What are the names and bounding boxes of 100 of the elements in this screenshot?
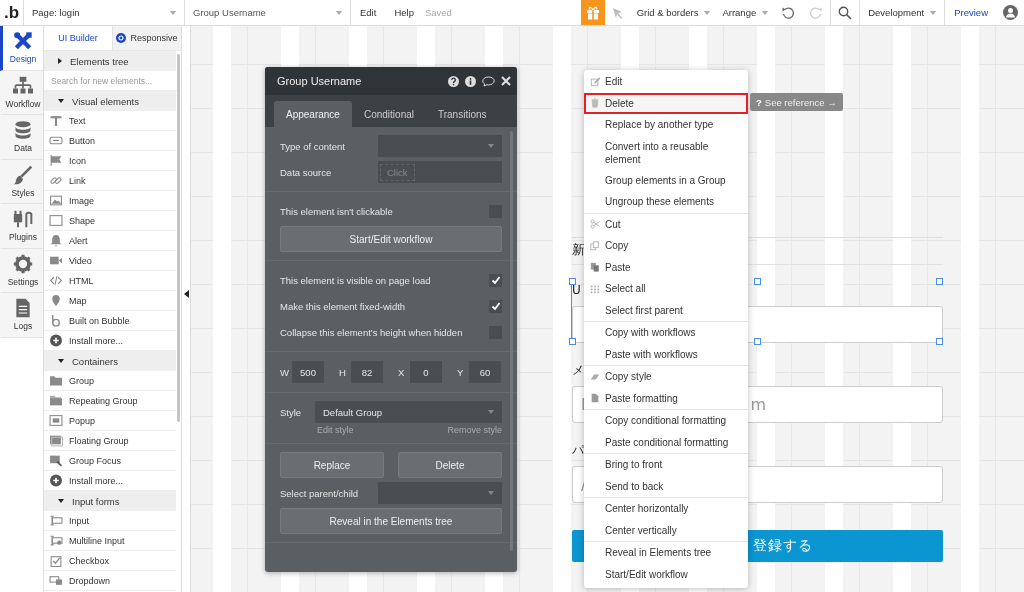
- checkbox-label: Collapse this element's height when hidden: [280, 326, 463, 338]
- panel-tab[interactable]: Transitions: [426, 101, 499, 127]
- context-menu-item[interactable]: Copy: [584, 235, 748, 257]
- panel-tab[interactable]: Conditional: [351, 101, 426, 127]
- context-menu-item[interactable]: Paste with workflows: [584, 343, 748, 365]
- paste-icon: [590, 262, 600, 273]
- action-button[interactable]: Reveal in the Elements tree: [280, 508, 502, 534]
- context-menu-item[interactable]: Replace by another type: [584, 114, 748, 136]
- trash-icon: [590, 98, 600, 109]
- field-label: W: [280, 366, 290, 378]
- scrollbar[interactable]: [177, 54, 180, 422]
- element-item[interactable]: Floating Group: [44, 431, 176, 451]
- section-header[interactable]: Elements tree: [44, 51, 176, 71]
- context-menu-item[interactable]: Convert into a reusable element: [584, 135, 748, 170]
- page-dropdown[interactable]: Page: login: [24, 0, 185, 25]
- style-dropdown[interactable]: Default Group: [315, 401, 502, 423]
- user-avatar-icon[interactable]: [1003, 5, 1018, 20]
- element-item[interactable]: Multiline Input: [44, 531, 176, 551]
- sidebar-tab[interactable]: Logs: [0, 293, 43, 338]
- field-label: Y: [457, 366, 465, 378]
- field-label: Select parent/child: [280, 487, 359, 499]
- field-label: Type of content: [280, 140, 345, 152]
- context-menu-item[interactable]: Delete: [584, 92, 748, 114]
- arrange-menu[interactable]: Arrange: [716, 0, 775, 25]
- save-status: Saved: [424, 7, 452, 18]
- help-icon[interactable]: [448, 75, 459, 87]
- section-header[interactable]: Input forms: [44, 491, 176, 511]
- context-menu-item[interactable]: Edit: [584, 71, 748, 93]
- context-menu-item[interactable]: Send to back: [584, 475, 748, 497]
- environment-menu[interactable]: Development: [860, 0, 946, 25]
- checkbox[interactable]: [489, 273, 502, 287]
- context-menu-item[interactable]: Cut: [584, 213, 748, 235]
- close-icon[interactable]: [501, 76, 511, 86]
- image-icon: [49, 194, 63, 207]
- sidebar-tab[interactable]: Data: [0, 115, 43, 160]
- sidebar-tab[interactable]: Styles: [0, 159, 43, 204]
- context-menu-item[interactable]: Copy style: [584, 366, 748, 388]
- action-button[interactable]: Replace: [280, 452, 384, 478]
- element-item[interactable]: HTML: [44, 271, 176, 291]
- number-field[interactable]: 82: [351, 361, 383, 383]
- element-item[interactable]: Map: [44, 291, 176, 311]
- context-menu-item[interactable]: Select all: [584, 278, 748, 300]
- context-menu-item[interactable]: Group elements in a Group: [584, 169, 748, 191]
- element-item[interactable]: Checkbox: [44, 551, 176, 571]
- field-label: Data source: [280, 166, 332, 178]
- context-menu-item[interactable]: Paste conditional formatting: [584, 431, 748, 453]
- element-item[interactable]: Alert: [44, 231, 176, 251]
- crossed-tools-icon: [13, 31, 33, 52]
- multiline-input-icon: [49, 534, 63, 547]
- popup-icon: [49, 414, 63, 427]
- menu-item[interactable]: Edit: [351, 0, 386, 25]
- context-menu-item[interactable]: Ungroup these elements: [584, 191, 748, 213]
- element-item[interactable]: Shape: [44, 211, 176, 231]
- info-icon[interactable]: [465, 75, 476, 87]
- element-item[interactable]: Text: [44, 111, 176, 131]
- element-dropdown[interactable]: Group Username: [185, 0, 351, 25]
- sidebar-tab[interactable]: Plugins: [0, 204, 43, 249]
- element-item[interactable]: Built on Bubble: [44, 311, 176, 331]
- element-item[interactable]: Group Focus: [44, 451, 176, 471]
- element-item[interactable]: Group: [44, 371, 176, 391]
- undo-icon[interactable]: [781, 5, 796, 20]
- sidebar-tab[interactable]: Design: [0, 26, 43, 71]
- section-header[interactable]: Visual elements: [44, 91, 176, 111]
- field-label: Style: [280, 406, 303, 418]
- text-lines-icon: [49, 114, 63, 127]
- number-field[interactable]: 500: [292, 361, 324, 383]
- database-icon: [13, 120, 33, 141]
- context-menu-item[interactable]: Paste formatting: [584, 387, 748, 409]
- context-menu-item[interactable]: Select first parent: [584, 299, 748, 321]
- search-icon[interactable]: [838, 5, 853, 20]
- element-item[interactable]: Input: [44, 511, 176, 531]
- element-item[interactable]: Repeating Group: [44, 391, 176, 411]
- element-item[interactable]: Popup: [44, 411, 176, 431]
- context-menu-item[interactable]: Reveal in Elements tree: [584, 542, 748, 564]
- sidebar-tab[interactable]: Settings: [0, 248, 43, 293]
- reference-tooltip[interactable]: ? See reference →: [750, 93, 843, 111]
- panel-tab[interactable]: Responsive: [112, 26, 181, 50]
- element-item[interactable]: Link: [44, 171, 176, 191]
- grid-borders-menu[interactable]: Grid & borders: [630, 0, 717, 25]
- number-field[interactable]: 0: [410, 361, 442, 383]
- logo[interactable]: .b: [0, 0, 24, 25]
- context-menu-item[interactable]: Copy with workflows: [584, 322, 748, 344]
- checkbox[interactable]: [489, 299, 502, 313]
- collapse-icon[interactable]: [183, 290, 189, 298]
- checkbox-label: Make this element fixed-width: [280, 300, 406, 312]
- sidebar-tab[interactable]: Workflow: [0, 70, 43, 115]
- element-item[interactable]: Button: [44, 131, 176, 151]
- action-button[interactable]: Delete: [398, 452, 502, 478]
- element-item[interactable]: Icon: [44, 151, 176, 171]
- panel-tab[interactable]: Appearance: [274, 101, 352, 127]
- comment-icon[interactable]: [482, 75, 495, 87]
- number-field[interactable]: 60: [469, 361, 501, 383]
- preview-link[interactable]: Preview: [945, 0, 997, 25]
- menu-item[interactable]: Help: [385, 0, 423, 25]
- element-item[interactable]: Image: [44, 191, 176, 211]
- section-header[interactable]: Containers: [44, 351, 176, 371]
- context-menu-item[interactable]: Start/Edit workflow: [584, 563, 748, 585]
- element-item[interactable]: Video: [44, 251, 176, 271]
- action-button[interactable]: Start/Edit workflow: [280, 226, 502, 252]
- element-item[interactable]: Dropdown: [44, 571, 176, 591]
